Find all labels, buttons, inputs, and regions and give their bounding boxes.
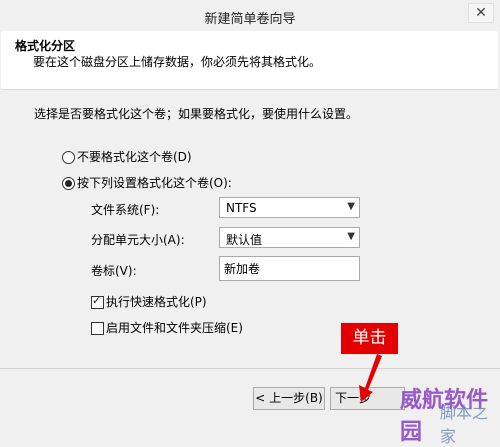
volume-label-label: 卷标(V): bbox=[91, 264, 137, 278]
arrow-icon bbox=[359, 354, 382, 402]
quick-format-checkbox[interactable] bbox=[91, 294, 104, 309]
filesystem-value: NTFS bbox=[226, 201, 257, 215]
watermark-site: 脚本之家 bbox=[440, 403, 489, 446]
compression-checkbox[interactable] bbox=[91, 322, 104, 335]
radio-format-label[interactable]: 按下列设置格式化这个卷(O): bbox=[77, 174, 232, 191]
wizard-header: 格式化分区 要在这个磁盘分区上储存数据，你必须先将其格式化。 bbox=[1, 31, 498, 90]
filesystem-select[interactable]: NTFS ▼ bbox=[219, 197, 360, 218]
window-title: 新建简单卷向导 bbox=[204, 12, 296, 27]
title-bar: 新建简单卷向导 ✕ bbox=[0, 0, 500, 30]
header-description: 要在这个磁盘分区上储存数据，你必须先将其格式化。 bbox=[33, 55, 322, 69]
allocation-value: 默认值 bbox=[226, 233, 263, 247]
volume-label-box bbox=[219, 256, 360, 281]
filesystem-label: 文件系统(F): bbox=[91, 203, 160, 217]
volume-label-input[interactable] bbox=[220, 257, 358, 279]
wizard-body: 选择是否要格式化这个卷；如果要格式化，要使用什么设置。 不要格式化这个卷(D) … bbox=[1, 90, 498, 368]
prompt-text: 选择是否要格式化这个卷；如果要格式化，要使用什么设置。 bbox=[34, 107, 359, 121]
header-title: 格式化分区 bbox=[15, 39, 76, 53]
close-button[interactable]: ✕ bbox=[468, 3, 494, 23]
back-button[interactable]: < 上一步(B) bbox=[253, 387, 325, 410]
radio-format[interactable] bbox=[62, 177, 75, 190]
chevron-down-icon: ▼ bbox=[347, 231, 355, 242]
compression-label[interactable]: 启用文件和文件夹压缩(E) bbox=[106, 319, 243, 336]
radio-no-format[interactable] bbox=[62, 151, 75, 164]
click-annotation: 单击 bbox=[341, 323, 398, 354]
quick-format-label[interactable]: 执行快速格式化(P) bbox=[106, 293, 207, 310]
allocation-label: 分配单元大小(A): bbox=[91, 233, 185, 247]
radio-no-format-label[interactable]: 不要格式化这个卷(D) bbox=[77, 148, 192, 165]
chevron-down-icon: ▼ bbox=[347, 201, 355, 212]
footer-divider bbox=[0, 368, 500, 369]
allocation-select[interactable]: 默认值 ▼ bbox=[219, 227, 360, 248]
